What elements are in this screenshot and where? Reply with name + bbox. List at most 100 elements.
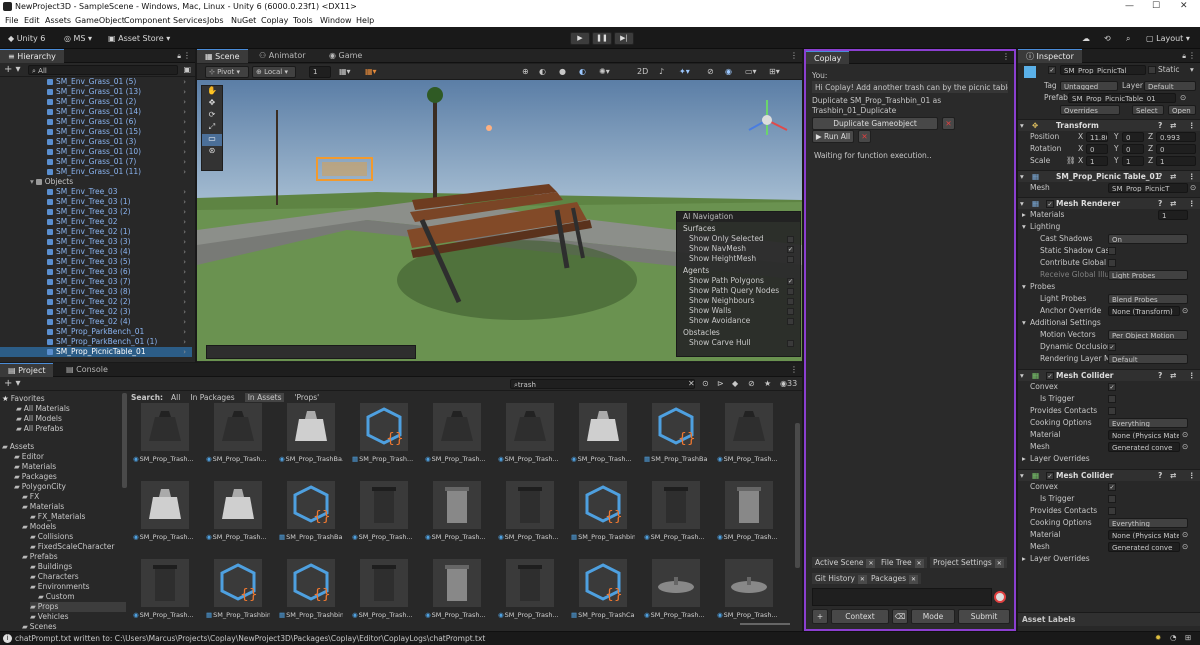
- menu-component[interactable]: Component: [124, 16, 170, 25]
- chevron-right-icon[interactable]: ›: [183, 187, 186, 197]
- chevron-right-icon[interactable]: ›: [183, 297, 186, 307]
- prefab-field[interactable]: SM_Prop_PicnicTable_01: [1068, 93, 1176, 103]
- context-tag-file-tree[interactable]: File Tree ✕: [878, 557, 927, 568]
- play-button[interactable]: ▶: [570, 32, 590, 45]
- favorite-all-models[interactable]: ▰ All Models: [16, 414, 62, 424]
- tab-scene[interactable]: ▦ Scene: [197, 49, 248, 63]
- lock-icon[interactable]: 🔒︎: [177, 52, 181, 61]
- tab-hierarchy[interactable]: ≡ Hierarchy: [0, 49, 64, 63]
- asset-tile[interactable]: ◉SM_Prop_Trash...: [423, 559, 489, 625]
- chevron-right-icon[interactable]: ›: [183, 317, 186, 327]
- folder-characters[interactable]: ▰ Characters: [30, 572, 79, 582]
- folder-fixedscalecharacter[interactable]: ▰ FixedScaleCharacter: [30, 542, 114, 552]
- menu-coplay[interactable]: Coplay: [261, 16, 288, 25]
- scale-tool-icon[interactable]: ⤢: [202, 122, 222, 134]
- checkbox[interactable]: ✓: [1108, 343, 1116, 351]
- chevron-right-icon[interactable]: ›: [183, 307, 186, 317]
- assets-root-folder[interactable]: ▰ Assets: [2, 442, 34, 452]
- remove-tag-icon[interactable]: ✕: [909, 575, 918, 584]
- hierarchy-row[interactable]: SM_Env_Tree_03 (5) ›: [0, 257, 192, 267]
- folder-editor[interactable]: ▰ Editor: [14, 452, 44, 462]
- mode-button[interactable]: Mode: [911, 609, 955, 624]
- folder-models[interactable]: ▰ Models: [22, 522, 56, 532]
- hierarchy-row[interactable]: SM_Env_Tree_03 (3) ›: [0, 237, 192, 247]
- tab-coplay[interactable]: Coplay: [806, 51, 850, 64]
- menu-assets[interactable]: Assets: [45, 16, 71, 25]
- increment-snap-icon[interactable]: ▦▾: [365, 67, 377, 76]
- tab-inspector[interactable]: ⓘ Inspector: [1018, 49, 1082, 63]
- asset-tile[interactable]: ◉SM_Prop_Trash...: [350, 559, 416, 625]
- chevron-right-icon[interactable]: ›: [183, 97, 186, 107]
- minimize-icon[interactable]: —: [1125, 1, 1134, 11]
- chevron-right-icon[interactable]: ›: [183, 267, 186, 277]
- folder-packages[interactable]: ▰ Packages: [14, 472, 57, 482]
- hierarchy-group[interactable]: ▾ Objects: [0, 177, 192, 187]
- asset-grid-scrollbar[interactable]: [795, 423, 800, 568]
- folder-environments[interactable]: ▰ Environments: [30, 582, 90, 592]
- asset-labels-bar[interactable]: Asset Labels: [1018, 612, 1200, 626]
- shading-wireframe-icon[interactable]: ◐: [539, 67, 546, 76]
- rotation-z-field[interactable]: 0: [1156, 144, 1196, 154]
- context-tag-project-settings[interactable]: Project Settings ✕: [930, 557, 1007, 568]
- grid-size-field[interactable]: 1: [309, 66, 331, 78]
- menu-help[interactable]: Help: [356, 16, 374, 25]
- menu-services[interactable]: Services: [173, 16, 207, 25]
- submit-button[interactable]: Submit: [958, 609, 1010, 624]
- layout-dropdown[interactable]: ▢ Layout ▾: [1142, 32, 1194, 45]
- context-tag-git-history[interactable]: Git History ✕: [812, 573, 870, 584]
- folder-custom[interactable]: ▰ Custom: [38, 592, 75, 602]
- asset-tile[interactable]: ◉SM_Prop_Trash...: [715, 481, 781, 551]
- chevron-right-icon[interactable]: ›: [183, 237, 186, 247]
- asset-tile[interactable]: ◉SM_Prop_Trash...: [496, 559, 562, 625]
- asset-tile[interactable]: ◉SM_Prop_Trash...: [496, 481, 562, 551]
- menu-jobs[interactable]: Jobs: [207, 16, 224, 25]
- hierarchy-row[interactable]: SM_Env_Grass_01 (10) ›: [0, 147, 192, 157]
- checkbox[interactable]: [787, 256, 794, 263]
- cooking-options-dropdown[interactable]: Everything: [1108, 518, 1188, 528]
- search-by-type-icon[interactable]: ⊙: [702, 379, 709, 388]
- rendering-layer-dropdown[interactable]: Default: [1108, 354, 1188, 364]
- asset-tile[interactable]: ◉SM_Prop_Trash...: [204, 403, 270, 473]
- light-probes-dropdown[interactable]: Blend Probes: [1108, 294, 1188, 304]
- chevron-right-icon[interactable]: ›: [183, 207, 186, 217]
- chevron-right-icon[interactable]: ›: [183, 227, 186, 237]
- hierarchy-row[interactable]: SM_Env_Tree_02 (1) ›: [0, 227, 192, 237]
- favorite-all-materials[interactable]: ▰ All Materials: [16, 404, 70, 414]
- chevron-right-icon[interactable]: ›: [183, 107, 186, 117]
- hierarchy-row[interactable]: SM_Env_Tree_02 (3) ›: [0, 307, 192, 317]
- anchor-override-field[interactable]: None (Transform): [1108, 306, 1180, 316]
- motion-vectors-dropdown[interactable]: Per Object Motion: [1108, 330, 1188, 340]
- hierarchy-row[interactable]: SM_Env_Grass_01 (13) ›: [0, 87, 192, 97]
- hierarchy-row[interactable]: SM_Env_Tree_03 (6) ›: [0, 267, 192, 277]
- cloud-icon[interactable]: ☁: [1078, 32, 1094, 45]
- reject-all-button[interactable]: ✕: [858, 130, 871, 143]
- mesh-field[interactable]: SM_Prop_PicnicT: [1108, 183, 1188, 193]
- coplay-add-button[interactable]: +: [812, 609, 828, 624]
- favorites-header[interactable]: ★ Favorites: [2, 394, 45, 404]
- remove-tag-icon[interactable]: ✕: [866, 559, 876, 568]
- folder-materials[interactable]: ▰ Materials: [22, 502, 64, 512]
- asset-tile[interactable]: ◉SM_Prop_Trash...: [642, 481, 708, 551]
- checkbox[interactable]: [1108, 259, 1116, 267]
- transform-tool-icon[interactable]: ⊛: [202, 146, 222, 158]
- position-x-field[interactable]: 11.80€: [1086, 132, 1108, 142]
- chevron-right-icon[interactable]: ›: [183, 127, 186, 137]
- ai-nav-option-show-only-selected[interactable]: Show Only Selected: [677, 234, 800, 244]
- ai-nav-option-show-path-query-nodes[interactable]: Show Path Query Nodes: [677, 286, 800, 296]
- project-more-icon[interactable]: ⋮: [790, 365, 798, 374]
- checkbox[interactable]: [787, 318, 794, 325]
- checkbox[interactable]: [787, 236, 794, 243]
- asset-tile[interactable]: ◉SM_Prop_TrashBa...: [277, 403, 343, 473]
- component-enabled-checkbox[interactable]: ✓: [1046, 200, 1054, 208]
- hierarchy-row[interactable]: SM_Env_Tree_02 ›: [0, 217, 192, 227]
- hierarchy-row[interactable]: SM_Env_Tree_03 (8) ›: [0, 287, 192, 297]
- progress-icon[interactable]: ◔: [1170, 633, 1177, 642]
- hierarchy-row[interactable]: SM_Prop_PicnicTable_01 ›: [0, 347, 192, 357]
- run-all-button[interactable]: ▶ Run All: [812, 130, 854, 143]
- asset-tile[interactable]: {} ▦SM_Prop_Trashbin...: [569, 481, 635, 551]
- checkbox[interactable]: [1108, 247, 1116, 255]
- ai-nav-option-show-avoidance[interactable]: Show Avoidance: [677, 316, 800, 326]
- chevron-right-icon[interactable]: ›: [183, 257, 186, 267]
- grid-snap-icon[interactable]: ▦▾: [339, 67, 351, 76]
- checkbox[interactable]: [787, 340, 794, 347]
